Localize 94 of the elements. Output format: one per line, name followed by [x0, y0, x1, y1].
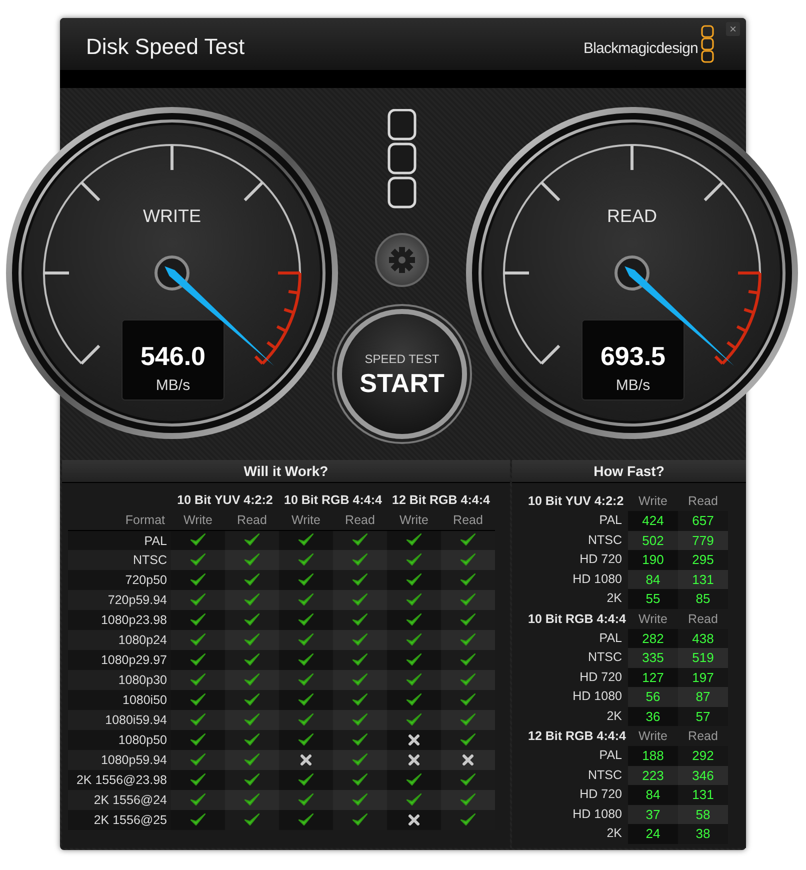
- row-label: NTSC: [586, 532, 623, 548]
- gauge-label: WRITE: [143, 206, 201, 226]
- group-header: 10 Bit RGB 4:4:4: [527, 610, 627, 628]
- table-cell: 56: [628, 687, 678, 706]
- table-cell: 57: [678, 706, 728, 726]
- row-label: PAL: [598, 747, 623, 764]
- column-header: Read: [452, 512, 484, 529]
- close-button[interactable]: ×: [726, 22, 740, 36]
- table-cell: 38: [678, 824, 728, 844]
- readout-value: 546.0: [140, 341, 206, 371]
- readout-value: 693.5: [600, 341, 666, 371]
- table-cell: 197: [678, 668, 728, 687]
- row-label: PAL: [598, 630, 623, 646]
- table-cell: 424: [628, 511, 678, 530]
- row-label: NTSC: [586, 649, 623, 666]
- column-header: Format: [124, 512, 166, 529]
- table-cell: 87: [678, 687, 728, 706]
- column-header: Write: [398, 512, 430, 529]
- row-label: HD 1080: [572, 688, 623, 705]
- row-label: PAL: [598, 512, 623, 529]
- row-label: 720p50: [68, 570, 171, 590]
- row-label: 1080p30: [68, 670, 171, 690]
- group-header: 12 Bit RGB 4:4:4: [527, 728, 627, 745]
- column-header: Write: [638, 610, 668, 628]
- table-cell: 519: [678, 648, 728, 668]
- table-cell: 190: [628, 550, 678, 570]
- logo-icon: [701, 25, 714, 63]
- row-label: 2K 1556@25: [68, 810, 171, 830]
- column-header: Read: [344, 512, 376, 529]
- table-cell: 24: [628, 824, 678, 844]
- row-label: 1080i50: [68, 690, 171, 710]
- table-cell: 335: [628, 648, 678, 668]
- window-title: Disk Speed Test: [86, 32, 245, 61]
- table-cell: 84: [628, 570, 678, 589]
- column-header: Write: [182, 512, 214, 529]
- row-label: HD 1080: [572, 806, 623, 822]
- panel-heading: Will it Work?: [62, 460, 510, 483]
- column-header: Read: [687, 728, 719, 745]
- table-cell: 346: [678, 766, 728, 785]
- table-cell: 55: [628, 589, 678, 608]
- column-header: Write: [638, 493, 668, 510]
- table-cell: 657: [678, 511, 728, 530]
- column-header: Read: [687, 493, 719, 510]
- row-label: HD 720: [578, 668, 623, 686]
- row-label: HD 720: [578, 786, 623, 803]
- gauge-label: READ: [607, 206, 657, 226]
- brand-name: Blackmagicdesign: [584, 38, 698, 59]
- readout-unit: MB/s: [616, 377, 650, 394]
- row-label: 2K 1556@24: [68, 790, 171, 810]
- row-label: HD 720: [578, 551, 623, 568]
- table-cell: 502: [628, 530, 678, 550]
- table-cell: 131: [678, 785, 728, 804]
- column-group-header: 10 Bit RGB 4:4:4: [283, 492, 383, 509]
- row-label: 1080p59.94: [68, 750, 171, 770]
- row-label: 1080p50: [68, 730, 171, 750]
- table-cell: 127: [628, 668, 678, 687]
- column-group-header: 10 Bit YUV 4:2:2: [176, 492, 274, 509]
- table-cell: 282: [628, 628, 678, 648]
- row-label: NTSC: [586, 766, 623, 784]
- table-cell: 438: [678, 628, 728, 648]
- column-header: Read: [687, 610, 719, 628]
- settings-button[interactable]: [375, 233, 429, 287]
- row-label: 2K: [606, 590, 623, 607]
- column-header: Write: [290, 512, 322, 529]
- table-cell: 36: [628, 706, 678, 726]
- row-label: NTSC: [68, 550, 171, 570]
- table-cell: 188: [628, 746, 678, 766]
- table-cell: 295: [678, 550, 728, 570]
- row-label: 720p59.94: [68, 590, 171, 610]
- table-cell: 84: [628, 785, 678, 804]
- row-label: 2K: [606, 708, 623, 724]
- table-cell: 292: [678, 746, 728, 766]
- logo-icon: [387, 109, 417, 209]
- settings-icon: [389, 247, 415, 273]
- row-label: 1080p24: [68, 630, 171, 650]
- group-header: 10 Bit YUV 4:2:2: [527, 493, 625, 510]
- column-header: Write: [638, 728, 668, 745]
- row-label: 1080p29.97: [68, 650, 171, 670]
- table-cell: 223: [628, 766, 678, 785]
- table-cell: 779: [678, 530, 728, 550]
- table-cell: 37: [628, 804, 678, 824]
- row-label: 2K: [606, 825, 623, 842]
- column-header: Read: [236, 512, 268, 529]
- table-cell: 131: [678, 570, 728, 589]
- panel-heading: How Fast?: [512, 460, 746, 483]
- row-label: 2K 1556@23.98: [68, 770, 171, 790]
- row-label: 1080i59.94: [68, 710, 171, 730]
- row-label: HD 1080: [572, 570, 623, 588]
- table-cell: 85: [678, 589, 728, 608]
- table-cell: 58: [678, 804, 728, 824]
- row-label: 1080p23.98: [68, 610, 171, 630]
- readout-unit: MB/s: [156, 377, 190, 394]
- column-group-header: 12 Bit RGB 4:4:4: [391, 492, 491, 509]
- row-label: PAL: [68, 530, 171, 550]
